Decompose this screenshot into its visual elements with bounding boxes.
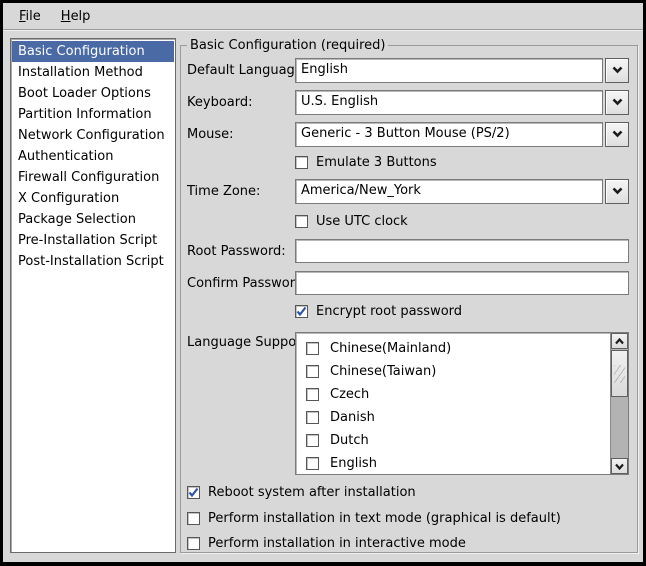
sidebar-item-boot-loader-options[interactable]: Boot Loader Options [12, 83, 174, 104]
keyboard-dropdown-button[interactable] [605, 90, 629, 115]
time-zone-dropdown-button[interactable] [605, 179, 629, 204]
list-item[interactable]: Chinese(Taiwan) [306, 360, 610, 383]
mouse-combobox[interactable]: Generic - 3 Button Mouse (PS/2) [295, 122, 629, 147]
reboot-after-install-checkbox-row[interactable]: Reboot system after installation [187, 485, 629, 500]
vertical-scrollbar[interactable] [610, 333, 628, 474]
list-item[interactable]: English [306, 452, 610, 474]
sidebar-item-basic-configuration[interactable]: Basic Configuration [12, 41, 174, 62]
menubar: File Help [3, 3, 643, 29]
keyboard-combobox[interactable]: U.S. English [295, 90, 629, 115]
default-language-value[interactable]: English [295, 58, 603, 83]
language-support-list: Chinese(Mainland) Chinese(Taiwan) Czech [295, 332, 629, 475]
menu-help-mnemonic: H [61, 9, 71, 24]
list-item[interactable]: Danish [306, 406, 610, 429]
language-czech-checkbox[interactable] [306, 388, 319, 401]
use-utc-label: Use UTC clock [316, 214, 408, 229]
language-dutch-checkbox[interactable] [306, 434, 319, 447]
mouse-label: Mouse: [187, 127, 295, 142]
emulate-3-buttons-label: Emulate 3 Buttons [316, 155, 437, 170]
frame-legend: Basic Configuration (required) [187, 38, 388, 53]
sidebar-item-firewall-configuration[interactable]: Firewall Configuration [12, 167, 174, 188]
confirm-password-field[interactable] [295, 271, 629, 295]
list-item[interactable]: Czech [306, 383, 610, 406]
text-mode-checkbox-row[interactable]: Perform installation in text mode (graph… [187, 511, 629, 526]
sidebar-item-post-installation-script[interactable]: Post-Installation Script [12, 251, 174, 272]
interactive-mode-checkbox-row[interactable]: Perform installation in interactive mode [187, 536, 629, 551]
menu-help[interactable]: Help [51, 6, 101, 27]
use-utc-checkbox[interactable] [295, 215, 308, 228]
sidebar-item-package-selection[interactable]: Package Selection [12, 209, 174, 230]
language-label: English [330, 456, 377, 471]
use-utc-checkbox-row[interactable]: Use UTC clock [295, 214, 629, 229]
default-language-combobox[interactable]: English [295, 58, 629, 83]
root-password-field[interactable] [295, 239, 629, 263]
chevron-down-icon [615, 459, 624, 474]
emulate-3-buttons-checkbox-row[interactable]: Emulate 3 Buttons [295, 155, 629, 170]
emulate-3-buttons-checkbox[interactable] [295, 156, 308, 169]
chevron-down-icon [612, 184, 623, 199]
language-danish-checkbox[interactable] [306, 411, 319, 424]
language-chinese-mainland-checkbox[interactable] [306, 342, 319, 355]
menu-file-rest: ile [26, 9, 41, 24]
scroll-up-button[interactable] [611, 333, 628, 349]
mouse-dropdown-button[interactable] [605, 122, 629, 147]
encrypt-root-password-checkbox[interactable] [295, 305, 308, 318]
list-item[interactable]: Chinese(Mainland) [306, 337, 610, 360]
encrypt-root-password-label: Encrypt root password [316, 304, 462, 319]
time-zone-label: Time Zone: [187, 184, 295, 199]
menu-file[interactable]: File [9, 6, 51, 27]
chevron-down-icon [612, 127, 623, 142]
chevron-up-icon [615, 334, 624, 349]
language-label: Czech [330, 387, 369, 402]
keyboard-label: Keyboard: [187, 95, 295, 110]
confirm-password-label: Confirm Password: [187, 276, 295, 291]
keyboard-value[interactable]: U.S. English [295, 90, 603, 115]
reboot-after-install-label: Reboot system after installation [208, 485, 416, 500]
text-mode-checkbox[interactable] [187, 512, 200, 525]
language-label: Dutch [330, 433, 369, 448]
time-zone-value[interactable]: America/New_York [295, 179, 603, 204]
main-area: Basic Configuration Installation Method … [3, 31, 643, 562]
sidebar-item-installation-method[interactable]: Installation Method [12, 62, 174, 83]
sidebar-item-pre-installation-script[interactable]: Pre-Installation Script [12, 230, 174, 251]
section-list: Basic Configuration Installation Method … [10, 38, 176, 553]
menu-help-rest: elp [71, 9, 91, 24]
language-label: Chinese(Mainland) [330, 341, 451, 356]
chevron-down-icon [612, 95, 623, 110]
scrollbar-thumb[interactable] [611, 350, 628, 397]
language-support-label: Language Support: [187, 332, 295, 350]
chevron-down-icon [612, 63, 623, 78]
language-english-checkbox[interactable] [306, 457, 319, 470]
sidebar-item-x-configuration[interactable]: X Configuration [12, 188, 174, 209]
kickstart-configurator-window: File Help Basic Configuration Installati… [0, 0, 646, 566]
scrollbar-trough[interactable] [611, 397, 628, 458]
language-support-list-content: Chinese(Mainland) Chinese(Taiwan) Czech [296, 333, 610, 474]
scroll-down-button[interactable] [611, 458, 628, 474]
text-mode-label: Perform installation in text mode (graph… [208, 511, 561, 526]
list-item[interactable]: Dutch [306, 429, 610, 452]
root-password-label: Root Password: [187, 244, 295, 259]
language-chinese-taiwan-checkbox[interactable] [306, 365, 319, 378]
time-zone-combobox[interactable]: America/New_York [295, 179, 629, 204]
encrypt-root-password-checkbox-row[interactable]: Encrypt root password [295, 304, 629, 319]
language-label: Danish [330, 410, 375, 425]
sidebar-item-network-configuration[interactable]: Network Configuration [12, 125, 174, 146]
interactive-mode-label: Perform installation in interactive mode [208, 536, 466, 551]
sidebar-item-authentication[interactable]: Authentication [12, 146, 174, 167]
language-label: Chinese(Taiwan) [330, 364, 436, 379]
default-language-dropdown-button[interactable] [605, 58, 629, 83]
sidebar-item-partition-information[interactable]: Partition Information [12, 104, 174, 125]
interactive-mode-checkbox[interactable] [187, 537, 200, 550]
mouse-value[interactable]: Generic - 3 Button Mouse (PS/2) [295, 122, 603, 147]
basic-configuration-frame: Basic Configuration (required) Default L… [180, 38, 638, 553]
default-language-label: Default Language: [187, 63, 295, 78]
reboot-after-install-checkbox[interactable] [187, 486, 200, 499]
